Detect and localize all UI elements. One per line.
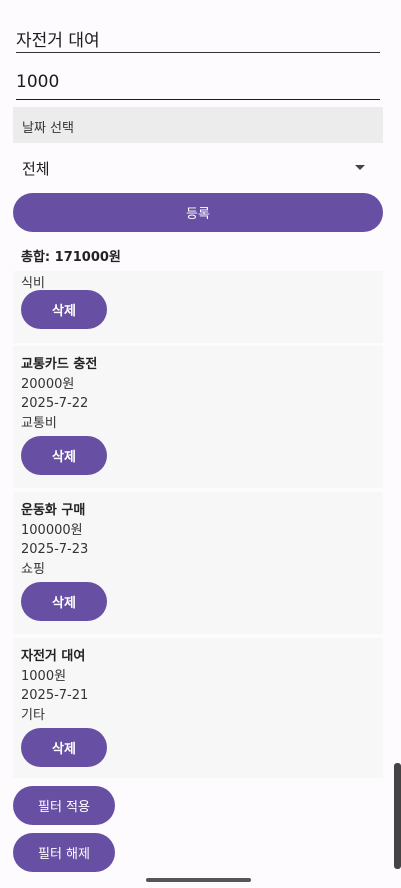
filter-apply-button[interactable]: 필터 적용 [13, 786, 115, 825]
expense-amount: 1000원 [21, 668, 67, 684]
expense-category: 기타 [21, 707, 45, 723]
expense-date: 2025-7-22 [21, 396, 89, 411]
expense-card: 교통카드 충전 20000원 2025-7-22 교통비 삭제 [13, 346, 383, 488]
amount-input[interactable]: 1000 [16, 72, 380, 100]
expense-list[interactable]: 식비 삭제 교통카드 충전 20000원 2025-7-22 교통비 삭제 운동… [13, 271, 383, 778]
scrollbar-thumb[interactable] [394, 763, 401, 869]
expense-card: 식비 삭제 [13, 271, 383, 343]
expense-card: 자전거 대여 1000원 2025-7-21 기타 삭제 [13, 638, 383, 778]
category-dropdown[interactable]: 전체 [13, 150, 383, 184]
delete-button[interactable]: 삭제 [21, 582, 107, 621]
expense-name: 교통카드 충전 [21, 357, 98, 372]
title-input-value: 자전거 대여 [16, 31, 100, 51]
delete-button[interactable]: 삭제 [21, 728, 107, 767]
date-select-button[interactable]: 날짜 선택 [13, 107, 383, 143]
expense-category: 쇼핑 [21, 561, 45, 577]
total-amount-label: 총합: 171000원 [21, 250, 121, 265]
register-button[interactable]: 등록 [13, 193, 383, 232]
expense-card: 운동화 구매 100000원 2025-7-23 쇼핑 삭제 [13, 492, 383, 634]
expense-amount: 20000원 [21, 376, 75, 392]
title-input[interactable]: 자전거 대여 [16, 26, 380, 53]
delete-button[interactable]: 삭제 [21, 436, 107, 475]
dropdown-arrow-icon [355, 165, 365, 170]
filter-clear-button[interactable]: 필터 해제 [13, 833, 115, 872]
expense-category: 교통비 [21, 415, 57, 431]
amount-input-value: 1000 [16, 72, 60, 92]
expense-name: 자전거 대여 [21, 649, 86, 664]
category-selected-value: 전체 [22, 160, 50, 178]
expense-date: 2025-7-21 [21, 688, 89, 703]
home-indicator[interactable] [146, 878, 251, 882]
expense-amount: 100000원 [21, 522, 83, 538]
delete-button[interactable]: 삭제 [21, 290, 107, 329]
expense-name: 운동화 구매 [21, 503, 86, 518]
date-select-label: 날짜 선택 [22, 121, 74, 136]
expense-date: 2025-7-23 [21, 542, 89, 557]
